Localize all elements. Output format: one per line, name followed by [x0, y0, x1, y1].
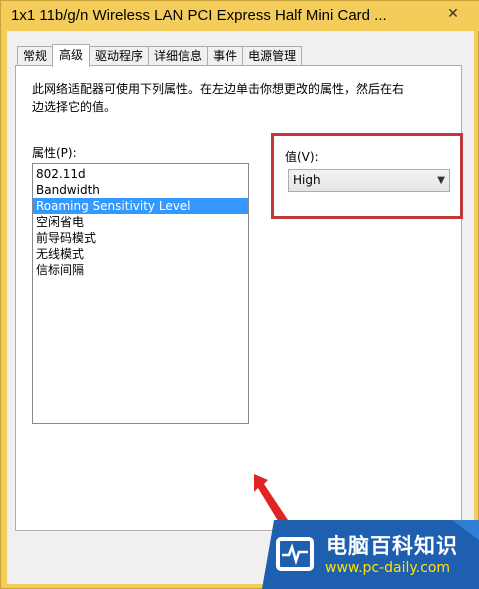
monitor-icon	[276, 537, 314, 571]
tab-driver[interactable]: 驱动程序	[89, 46, 150, 66]
watermark-logo: 电脑百科知识 www.pc-daily.com	[262, 520, 479, 589]
value-select-text: High	[293, 173, 321, 187]
close-icon: ✕	[447, 6, 459, 22]
close-button[interactable]: ✕	[433, 3, 473, 25]
advanced-tab-panel: 此网络适配器可使用下列属性。在左边单击你想更改的属性，然后在右边选择它的值。 属…	[15, 65, 463, 531]
tab-power-management[interactable]: 电源管理	[242, 46, 303, 66]
dialog-client: 常规 高级 驱动程序 详细信息 事件 电源管理 此网络适配器可使用下列属性。在左…	[7, 31, 474, 584]
property-item-bandwidth[interactable]: Bandwidth	[33, 182, 248, 198]
property-item-roaming-sensitivity[interactable]: Roaming Sensitivity Level	[33, 198, 248, 214]
property-item-idle-power-save[interactable]: 空闲省电	[33, 214, 248, 230]
property-item-preamble-mode[interactable]: 前导码模式	[33, 230, 248, 246]
property-item-802-11d[interactable]: 802.11d	[33, 166, 248, 182]
tab-details[interactable]: 详细信息	[148, 46, 209, 66]
property-item-beacon-interval[interactable]: 信标间隔	[33, 262, 248, 278]
window-title: 1x1 11b/g/n Wireless LAN PCI Express Hal…	[11, 7, 387, 24]
chevron-down-icon: ▼	[437, 175, 445, 186]
advanced-description: 此网络适配器可使用下列属性。在左边单击你想更改的属性，然后在右边选择它的值。	[32, 82, 405, 114]
property-item-wireless-mode[interactable]: 无线模式	[33, 246, 248, 262]
properties-dialog: 1x1 11b/g/n Wireless LAN PCI Express Hal…	[0, 0, 479, 589]
value-select[interactable]: High ▼	[288, 169, 450, 192]
property-listbox[interactable]: 802.11d Bandwidth Roaming Sensitivity Le…	[32, 163, 249, 424]
property-label: 属性(P):	[32, 146, 77, 160]
tab-general[interactable]: 常规	[17, 46, 54, 66]
tab-strip: 常规 高级 驱动程序 详细信息 事件 电源管理	[17, 44, 303, 67]
value-label: 值(V):	[285, 150, 319, 164]
watermark-url: www.pc-daily.com	[325, 560, 451, 576]
tab-advanced[interactable]: 高级	[52, 44, 91, 67]
title-bar[interactable]: 1x1 11b/g/n Wireless LAN PCI Express Hal…	[1, 1, 479, 31]
watermark-title: 电脑百科知识	[326, 534, 458, 558]
tab-events[interactable]: 事件	[207, 46, 244, 66]
